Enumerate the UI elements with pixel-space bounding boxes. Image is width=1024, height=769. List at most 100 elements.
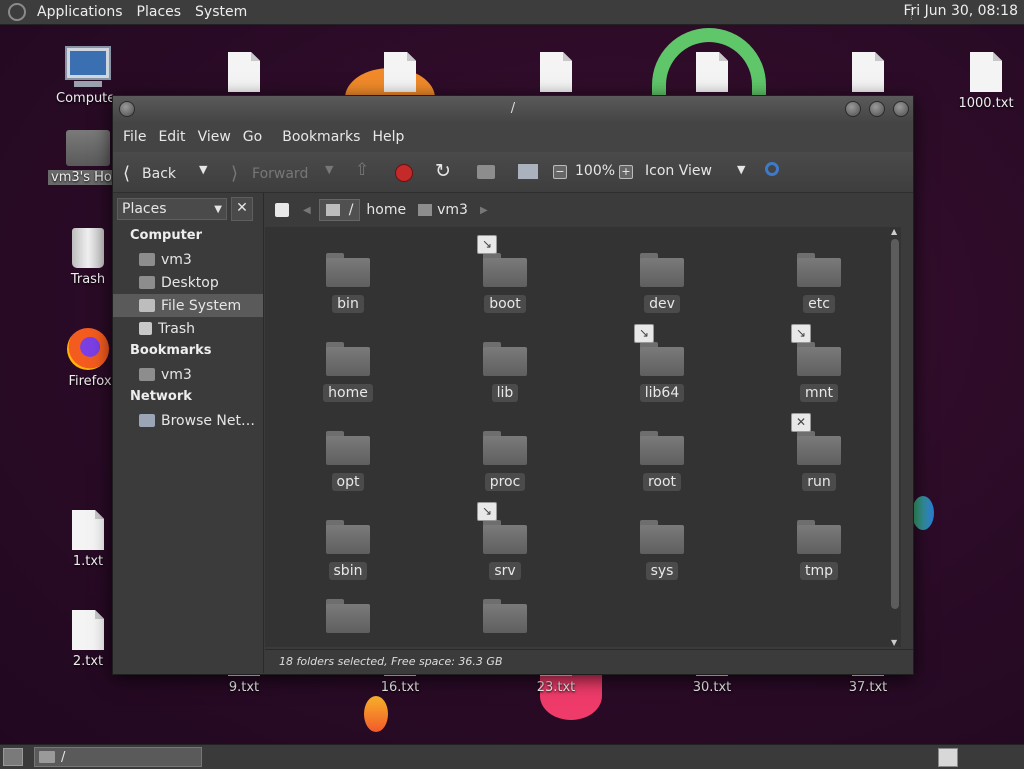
crumb-home[interactable]: home (360, 199, 412, 221)
folder-partial-1[interactable] (303, 599, 393, 633)
distro-logo-icon[interactable] (8, 3, 26, 21)
folder-root[interactable]: root (617, 431, 707, 491)
trash-icon (139, 322, 152, 335)
folder-srv[interactable]: srv (460, 520, 550, 580)
home-icon[interactable] (477, 165, 495, 179)
folder-icon (326, 431, 370, 465)
edit-location-icon[interactable] (275, 203, 289, 217)
forward-history-dropdown[interactable]: ▼ (325, 163, 333, 176)
search-icon[interactable] (765, 162, 779, 176)
menu-places[interactable]: Places (130, 4, 189, 20)
window-menu-button[interactable] (119, 101, 135, 117)
chevron-down-icon: ▼ (214, 203, 222, 215)
minimize-button[interactable] (845, 101, 861, 117)
computer-toolbar-icon[interactable] (517, 163, 539, 180)
folder-icon (326, 599, 370, 633)
close-sidebar-button[interactable]: ✕ (231, 197, 253, 221)
folder-etc[interactable]: etc (774, 253, 864, 313)
forward-button[interactable]: ⟩ Forward (231, 163, 308, 184)
computer-icon (65, 46, 111, 80)
crumb-root[interactable]: / (318, 199, 361, 221)
scrollbar-thumb[interactable] (891, 239, 899, 609)
zoom-level: 100% (575, 163, 616, 179)
folder-dev[interactable]: dev (617, 253, 707, 313)
text-file-icon (384, 52, 416, 92)
sidebar-type-select[interactable]: Places ▼ (117, 198, 227, 220)
folder-sbin[interactable]: sbin (303, 520, 393, 580)
menu-file[interactable]: File (117, 129, 152, 145)
sidebar-item-desktop[interactable]: Desktop (113, 271, 263, 294)
menu-edit[interactable]: Edit (152, 129, 191, 145)
crumb-label: vm3 (437, 202, 468, 218)
path-scroll-left[interactable]: ◀ (303, 205, 311, 216)
symlink-emblem-icon: ↘ (477, 235, 497, 254)
scroll-down-arrow[interactable]: ▼ (891, 638, 897, 647)
desktop-icon-label: 16.txt (380, 680, 420, 695)
folder-run[interactable]: run (774, 431, 864, 491)
folder-icon (39, 751, 55, 763)
sidebar-item-browse-network[interactable]: Browse Net… (113, 409, 263, 432)
menu-go[interactable]: Go (237, 129, 268, 145)
sidebar-item-bookmark-vm3[interactable]: vm3 (113, 363, 263, 386)
locked-emblem-icon: ✕ (791, 413, 811, 432)
workspace-switcher[interactable] (938, 748, 958, 767)
folder-sys[interactable]: sys (617, 520, 707, 580)
folder-label: proc (484, 473, 526, 491)
folder-label: dev (644, 295, 680, 313)
sidebar-item-trash[interactable]: Trash (113, 317, 263, 340)
desktop-file-top-4[interactable] (676, 52, 748, 92)
menu-bookmarks[interactable]: Bookmarks (268, 129, 366, 145)
status-bar: 18 folders selected, Free space: 36.3 GB (265, 649, 913, 673)
sidebar-item-vm3[interactable]: vm3 (113, 248, 263, 271)
folder-home[interactable]: home (303, 342, 393, 402)
path-scroll-right[interactable]: ▶ (480, 205, 488, 216)
desktop-file-top-3[interactable] (520, 52, 592, 92)
folder-proc[interactable]: proc (460, 431, 550, 491)
text-file-icon (540, 52, 572, 92)
show-desktop-button[interactable] (3, 748, 23, 766)
up-arrow-icon[interactable]: ⇧ (355, 160, 369, 180)
folder-icon (640, 342, 684, 376)
close-icon: ✕ (236, 200, 248, 216)
close-button[interactable] (893, 101, 909, 117)
sidebar-item-file-system[interactable]: File System (113, 294, 263, 317)
desktop-icon-1000-txt[interactable]: 1000.txt (950, 52, 1022, 111)
places-header: Places ▼ ✕ (113, 193, 263, 225)
chevron-down-icon[interactable]: ▼ (737, 163, 745, 176)
crumb-vm3[interactable]: vm3 (412, 199, 474, 221)
vertical-scrollbar[interactable]: ▲ ▼ (889, 227, 901, 647)
menu-system[interactable]: System (188, 4, 254, 20)
reload-icon[interactable]: ↻ (435, 160, 451, 182)
desktop-file-top-5[interactable] (832, 52, 904, 92)
menu-help[interactable]: Help (366, 129, 410, 145)
clock[interactable]: Fri Jun 30, 08:18 (903, 3, 1018, 19)
view-mode-select[interactable]: Icon View (645, 163, 712, 179)
folder-boot[interactable]: boot (460, 253, 550, 313)
back-history-dropdown[interactable]: ▼ (199, 163, 207, 176)
desktop-file-top-1[interactable] (208, 52, 280, 92)
zoom-out-icon[interactable]: − (553, 165, 567, 179)
zoom-in-icon[interactable]: + (619, 165, 633, 179)
folder-tmp[interactable]: tmp (774, 520, 864, 580)
folder-opt[interactable]: opt (303, 431, 393, 491)
folder-partial-2[interactable] (460, 599, 550, 633)
back-button[interactable]: ⟨ Back (123, 163, 176, 184)
folder-view[interactable]: bin boot dev etc home lib lib64 mnt opt … (265, 227, 901, 647)
scroll-up-arrow[interactable]: ▲ (891, 227, 897, 236)
stop-icon[interactable] (395, 164, 413, 182)
taskbar-item-file-manager[interactable]: / (34, 747, 202, 767)
menu-applications[interactable]: Applications (30, 4, 130, 20)
folder-mnt[interactable]: mnt (774, 342, 864, 402)
taskbar-item-label: / (61, 749, 66, 765)
maximize-button[interactable] (869, 101, 885, 117)
desktop-icon-label: Computer (56, 91, 116, 106)
menu-view[interactable]: View (192, 129, 237, 145)
window-title: / (510, 101, 516, 116)
folder-lib[interactable]: lib (460, 342, 550, 402)
folder-lib64[interactable]: lib64 (617, 342, 707, 402)
folder-label: tmp (799, 562, 838, 580)
desktop-file-top-2[interactable] (364, 52, 436, 92)
home-folder-icon (139, 368, 155, 381)
folder-bin[interactable]: bin (303, 253, 393, 313)
window-titlebar[interactable]: / (113, 96, 913, 122)
